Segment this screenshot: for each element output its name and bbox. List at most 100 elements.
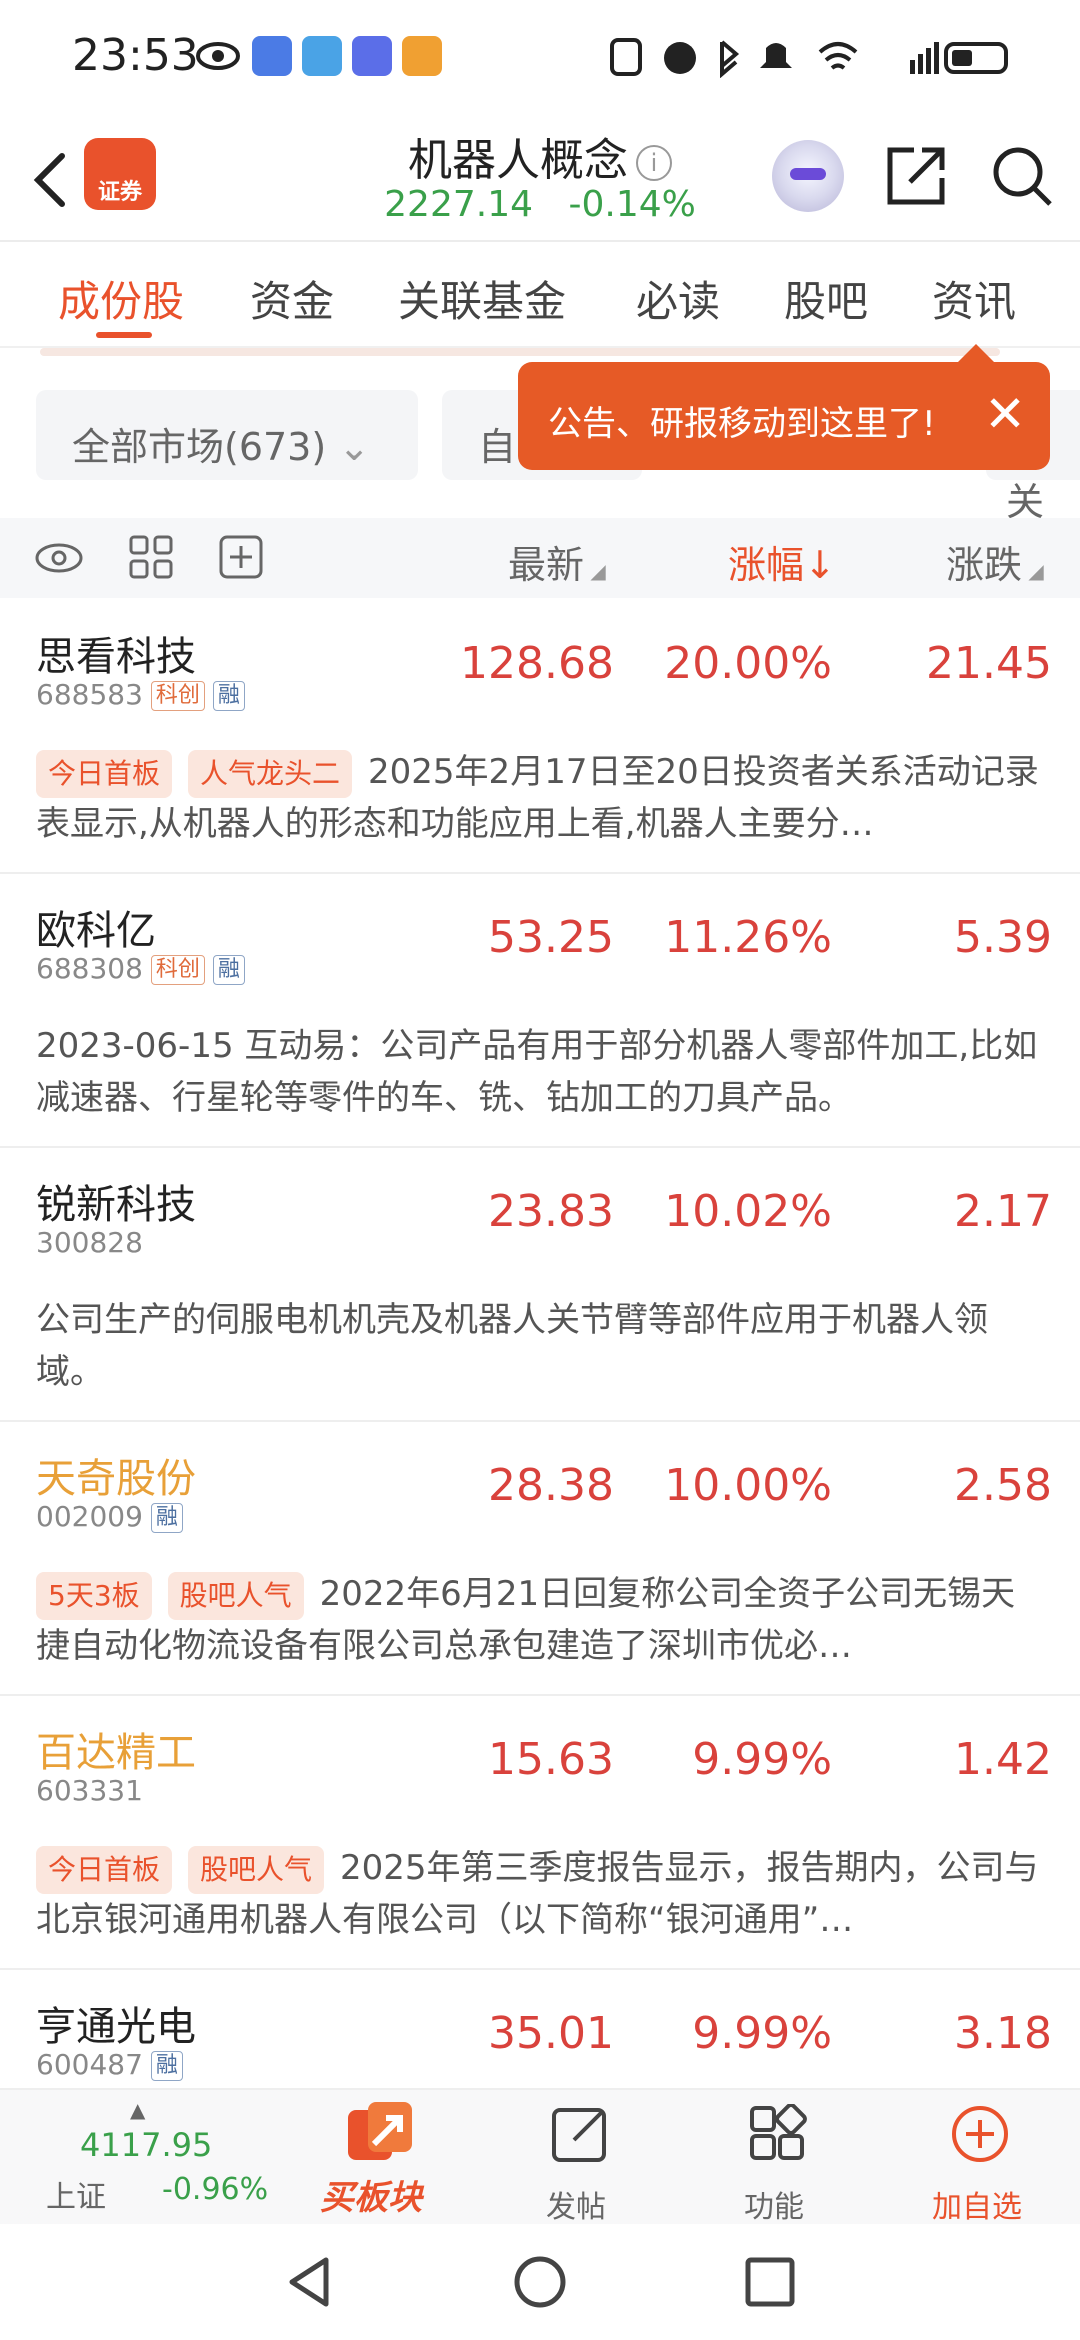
share-icon[interactable] — [884, 144, 948, 208]
stock-change: 1.42 — [954, 1734, 1052, 1785]
tag: 股吧人气 — [188, 1846, 325, 1894]
index-value: 2227.14 — [384, 184, 534, 225]
stock-desc: 今日首板 股吧人气 2025年第三季度报告显示，报告期内，公司与北京银河通用机器人有… — [36, 1842, 1046, 1946]
post-button[interactable]: 发帖 — [530, 2100, 630, 2225]
tab-bar: 成份股 资金 关联基金 必读 股吧 资讯 — [0, 244, 1080, 348]
app-icon-1 — [252, 36, 292, 76]
bottom-index-value: 4117.95 — [80, 2126, 213, 2164]
search-icon[interactable] — [990, 144, 1054, 208]
edit-icon — [552, 2108, 606, 2162]
stock-code: 600487 — [36, 2048, 143, 2081]
stock-price: 23.83 — [488, 1186, 614, 1237]
index-ticker[interactable]: ▲ 4117.95 上证 -0.96% — [30, 2098, 280, 2218]
chevron-down-icon: ⌄ — [338, 425, 371, 469]
desc-text: 2025年第三季度报告显示，报告期内，公司与北京银河通用机器人有限公司（以下简称… — [36, 1848, 1039, 1940]
stock-price: 28.38 — [488, 1460, 614, 1511]
buy-block-label: 买板块 — [320, 2178, 422, 2218]
stock-change: 3.18 — [954, 2008, 1052, 2059]
status-bar: 23:53 — [0, 0, 1080, 110]
table-row[interactable]: 天奇股份 002009 融 28.38 10.00% 2.58 5天3板 股吧人气 2… — [0, 1422, 1080, 1696]
col-latest[interactable]: 最新 ◢ — [508, 534, 606, 589]
features-button[interactable]: 功能 — [728, 2100, 828, 2225]
stock-name: 锐新科技 — [36, 1182, 196, 1228]
info-icon[interactable]: i — [636, 145, 672, 181]
banner-strip — [40, 348, 1000, 356]
bottom-index-name: 上证 — [46, 2180, 106, 2215]
stock-price: 35.01 — [488, 2008, 614, 2059]
stock-name: 天奇股份 — [36, 1456, 196, 1502]
active-tab-indicator — [96, 332, 152, 338]
stock-code-line: 688308 科创融 — [36, 952, 245, 985]
plus-circle-icon — [952, 2106, 1008, 2162]
stock-code-line: 688583 科创融 — [36, 678, 245, 711]
tab-constituents[interactable]: 成份股 — [58, 268, 184, 329]
tab-funds-flow[interactable]: 资金 — [250, 268, 334, 329]
market-filter-label: 全部市场(673) — [72, 425, 327, 469]
tooltip-text: 公告、研报移动到这里了! — [548, 404, 936, 444]
table-row[interactable]: 欧科亿 688308 科创融 53.25 11.26% 5.39 2023-06-… — [0, 874, 1080, 1148]
filter-chip-2-label: 自 — [478, 425, 517, 469]
tab-related-funds[interactable]: 关联基金 — [398, 268, 566, 329]
stock-code: 688308 — [36, 952, 143, 985]
stock-pct: 9.99% — [692, 2008, 832, 2059]
tag: 今日首板 — [36, 1846, 173, 1894]
table-row[interactable]: 亨通光电 600487 融 35.01 9.99% 3.18 — [0, 1970, 1080, 2088]
app-header: 证券 机器人概念 i 2227.14 -0.14% — [0, 110, 1080, 242]
stock-pct: 20.00% — [664, 638, 832, 689]
nav-home-icon[interactable] — [512, 2254, 568, 2310]
add-watchlist-label: 加自选 — [932, 2190, 1022, 2225]
nav-back-icon[interactable] — [282, 2254, 338, 2310]
stock-desc: 5天3板 股吧人气 2022年6月21日回复称公司全资子公司无锡天捷自动化物流设备有… — [36, 1568, 1046, 1672]
stock-pct: 10.00% — [664, 1460, 832, 1511]
robot-avatar-icon[interactable] — [772, 140, 844, 212]
caret-up-icon: ▲ — [130, 2098, 146, 2122]
grid-view-icon[interactable] — [128, 534, 174, 580]
stock-pct: 11.26% — [664, 912, 832, 963]
col-change-amt-label: 涨跌 — [946, 543, 1023, 587]
post-label: 发帖 — [546, 2190, 606, 2225]
status-icons — [610, 38, 1008, 78]
tab-forum[interactable]: 股吧 — [784, 268, 868, 329]
table-row[interactable]: 百达精工 603331 15.63 9.99% 1.42 今日首板 股吧人气 202… — [0, 1696, 1080, 1970]
stock-code: 002009 — [36, 1500, 143, 1533]
stock-change: 5.39 — [954, 912, 1052, 963]
stock-price: 15.63 — [488, 1734, 614, 1785]
market-filter[interactable]: 全部市场(673) ⌄ — [36, 390, 418, 480]
desc-text: 2025年2月17日至20日投资者关系活动记录表显示,从机器人的形态和功能应用上… — [36, 752, 1039, 844]
col-latest-label: 最新 — [508, 543, 585, 587]
tab-news[interactable]: 资讯 — [932, 268, 1016, 329]
title-text: 机器人概念 — [408, 135, 628, 186]
table-row[interactable]: 锐新科技 300828 23.83 10.02% 2.17 公司生产的伺服电机机… — [0, 1148, 1080, 1422]
col-change-amt[interactable]: 涨跌 ◢ — [946, 534, 1044, 589]
add-watchlist-button[interactable]: 加自选 — [920, 2100, 1040, 2225]
tag: 今日首板 — [36, 750, 173, 798]
notice-tooltip[interactable]: 公告、研报移动到这里了! ✕ — [518, 344, 1050, 470]
stock-name: 思看科技 — [36, 634, 196, 680]
system-nav-bar — [0, 2224, 1080, 2340]
close-icon[interactable]: ✕ — [984, 384, 1026, 444]
stock-code: 603331 — [36, 1774, 143, 1807]
status-time: 23:53 — [72, 30, 199, 81]
index-change: -0.14% — [568, 184, 696, 225]
buy-block-button[interactable]: 买板块 — [314, 2100, 444, 2220]
stock-desc: 今日首板 人气龙头二 2025年2月17日至20日投资者关系活动记录表显示,从机器人… — [36, 746, 1046, 850]
add-icon[interactable] — [218, 534, 264, 580]
eye-toggle-icon[interactable] — [34, 538, 84, 578]
stock-desc: 2023-06-15 互动易：公司产品有用于部分机器人零部件加工,比如减速器、行… — [36, 1026, 1038, 1118]
col-change-pct[interactable]: 涨幅↓ — [728, 534, 836, 589]
badge-star: 科创 — [150, 955, 205, 985]
table-row[interactable]: 思看科技 688583 科创融 128.68 20.00% 21.45 今日首板人… — [0, 600, 1080, 874]
nav-recents-icon[interactable] — [742, 2254, 798, 2310]
tab-must-read[interactable]: 必读 — [636, 268, 720, 329]
badge-star: 科创 — [150, 681, 205, 711]
video-icon — [402, 36, 442, 76]
stock-change: 2.58 — [954, 1460, 1052, 1511]
table-header: 最新 ◢ 涨幅↓ 涨跌 ◢ — [0, 518, 1080, 598]
features-label: 功能 — [744, 2190, 804, 2225]
stock-pct: 10.02% — [664, 1186, 832, 1237]
stock-code-line: 002009 融 — [36, 1500, 183, 1533]
stock-price: 128.68 — [460, 638, 614, 689]
tag: 5天3板 — [36, 1572, 152, 1620]
badge-margin: 融 — [212, 681, 245, 711]
stock-desc: 公司生产的伺服电机机壳及机器人关节臂等部件应用于机器人领域。 — [36, 1300, 988, 1392]
